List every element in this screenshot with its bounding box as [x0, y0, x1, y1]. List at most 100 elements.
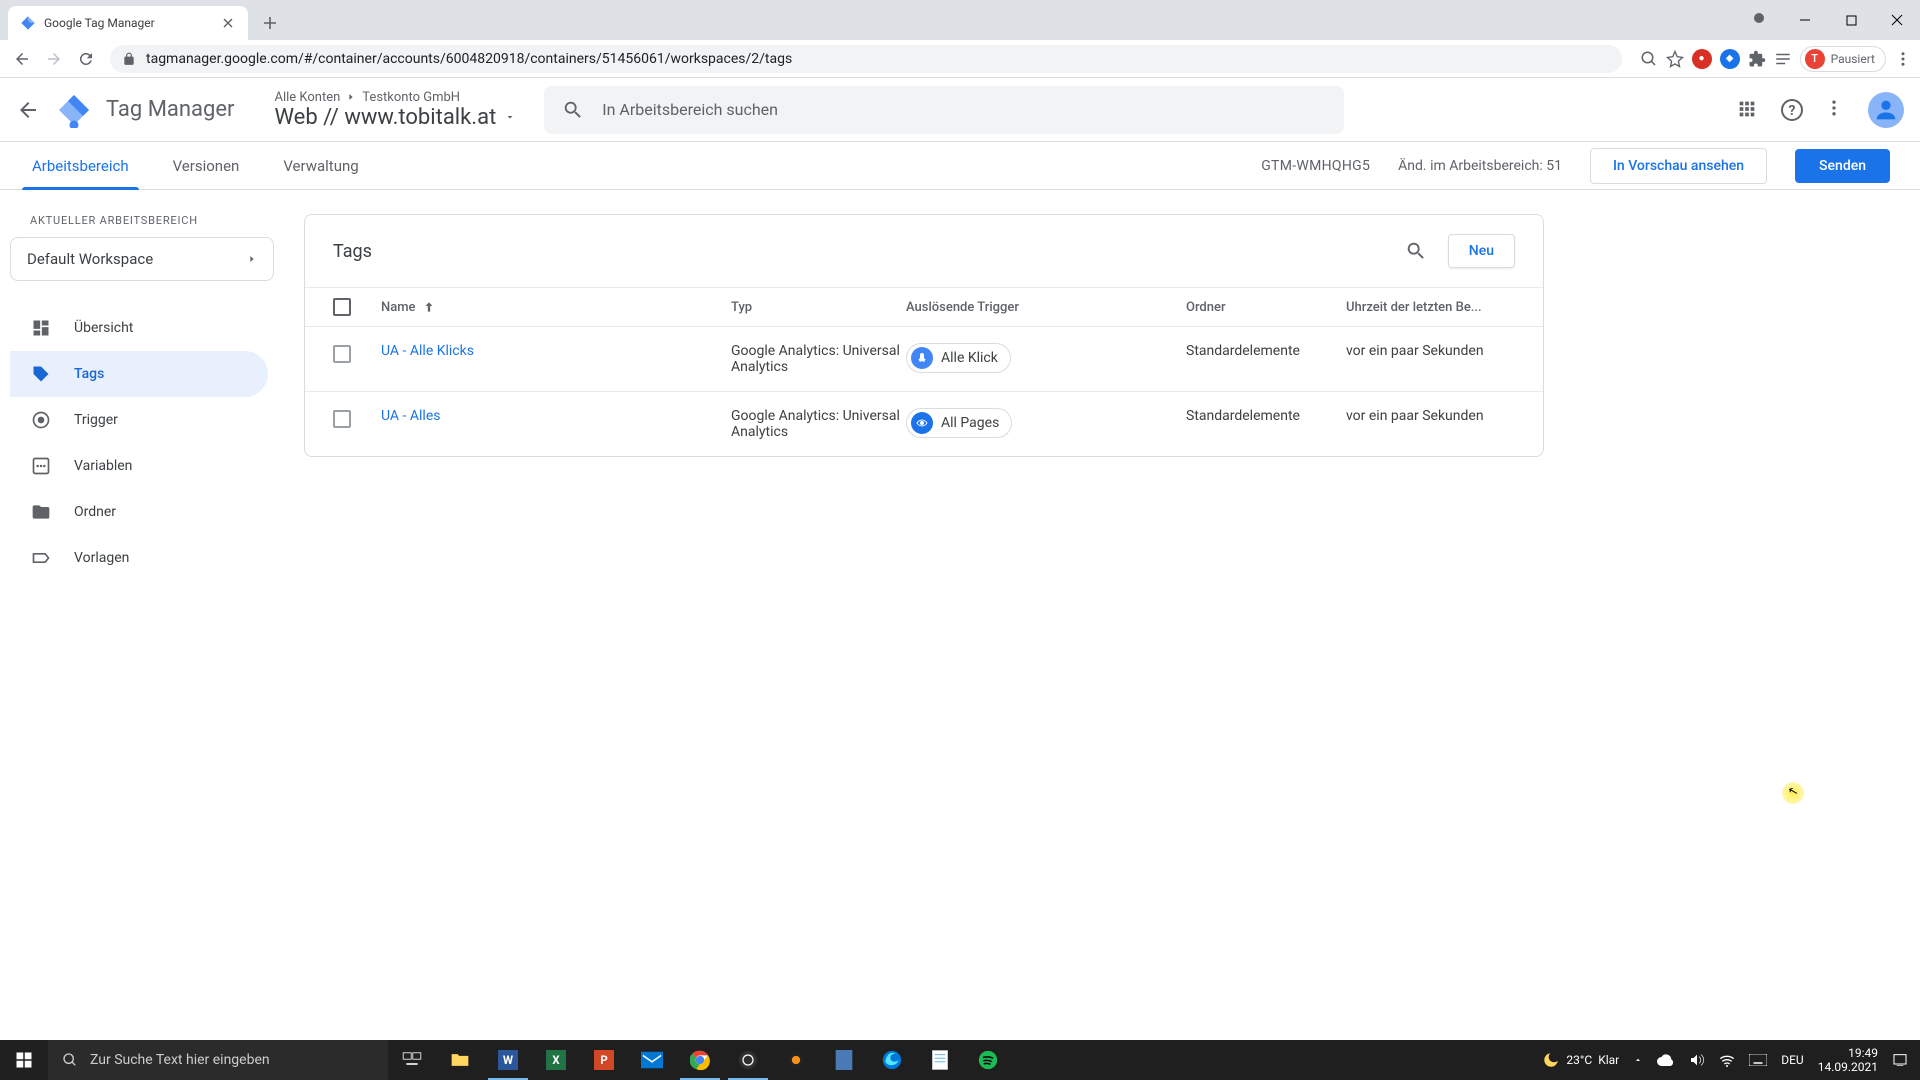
card-title: Tags	[333, 241, 372, 262]
trigger-chip[interactable]: All Pages	[906, 408, 1012, 438]
workspace-selector[interactable]: Default Workspace	[10, 237, 274, 281]
search-input[interactable]: In Arbeitsbereich suchen	[544, 86, 1344, 134]
forward-button[interactable]	[40, 45, 68, 73]
tray-clock[interactable]: 19:49 14.09.2021	[1818, 1046, 1878, 1075]
chrome-account-indicator[interactable]	[1754, 13, 1764, 23]
template-icon	[30, 547, 52, 569]
tray-wifi-icon[interactable]	[1719, 1053, 1735, 1067]
chrome-menu-icon[interactable]	[1894, 50, 1912, 68]
address-bar[interactable]: tagmanager.google.com/#/container/accoun…	[110, 45, 1622, 73]
container-id[interactable]: GTM-WMHQHG5	[1261, 158, 1370, 174]
submit-button[interactable]: Senden	[1795, 149, 1890, 183]
tray-volume-icon[interactable]	[1689, 1053, 1705, 1067]
taskbar-chrome-icon[interactable]	[676, 1040, 724, 1080]
column-folder[interactable]: Ordner	[1186, 300, 1346, 315]
taskbar-edge-icon[interactable]	[868, 1040, 916, 1080]
new-button[interactable]: Neu	[1448, 234, 1515, 268]
sidebar-item-tags[interactable]: Tags	[10, 351, 268, 397]
taskbar-mail-icon[interactable]	[628, 1040, 676, 1080]
search-icon	[62, 1052, 78, 1068]
reload-button[interactable]	[72, 45, 100, 73]
taskbar-search[interactable]: Zur Suche Text hier eingeben	[48, 1040, 388, 1080]
preview-button[interactable]: In Vorschau ansehen	[1590, 148, 1767, 184]
column-type[interactable]: Typ	[731, 300, 906, 315]
zoom-icon[interactable]	[1640, 50, 1658, 68]
app-back-button[interactable]	[16, 98, 40, 122]
user-avatar[interactable]	[1868, 92, 1904, 128]
card-search-button[interactable]	[1396, 231, 1436, 271]
taskbar-app-icon[interactable]	[772, 1040, 820, 1080]
row-checkbox[interactable]	[333, 345, 351, 363]
taskbar-word-icon[interactable]: W	[484, 1040, 532, 1080]
close-window-button[interactable]	[1874, 4, 1920, 36]
taskbar-spotify-icon[interactable]	[964, 1040, 1012, 1080]
close-icon[interactable]	[220, 15, 236, 31]
tag-icon	[30, 363, 52, 385]
tray-onedrive-icon[interactable]	[1657, 1054, 1675, 1066]
tab-admin[interactable]: Verwaltung	[281, 142, 360, 189]
taskbar-app-icon-2[interactable]	[820, 1040, 868, 1080]
breadcrumb-account[interactable]: Testkonto GmbH	[362, 90, 460, 105]
breadcrumb-accounts[interactable]: Alle Konten	[274, 90, 340, 105]
svg-text:?: ?	[1789, 103, 1796, 119]
start-button[interactable]	[0, 1040, 48, 1080]
profile-avatar: T	[1805, 49, 1825, 69]
container-selector[interactable]: Web // www.tobitalk.at	[274, 105, 516, 130]
extensions-icon[interactable]	[1748, 50, 1766, 68]
minimize-button[interactable]	[1782, 4, 1828, 36]
taskbar-explorer-icon[interactable]	[436, 1040, 484, 1080]
taskbar-obs-icon[interactable]	[724, 1040, 772, 1080]
select-all-checkbox[interactable]	[333, 298, 351, 316]
tray-notifications-icon[interactable]	[1892, 1052, 1908, 1068]
tab-versions[interactable]: Versionen	[171, 142, 242, 189]
url-text: tagmanager.google.com/#/container/accoun…	[146, 51, 792, 67]
sidebar-item-variables[interactable]: Variablen	[10, 443, 268, 489]
column-updated[interactable]: Uhrzeit der letzten Be...	[1346, 300, 1515, 315]
workspace-label: AKTUELLER ARBEITSBEREICH	[10, 214, 274, 227]
task-view-icon[interactable]	[388, 1040, 436, 1080]
taskbar-notepad-icon[interactable]	[916, 1040, 964, 1080]
weather-widget[interactable]: 23°C Klar	[1542, 1051, 1619, 1069]
column-trigger[interactable]: Auslösende Trigger	[906, 300, 1186, 315]
back-button[interactable]	[8, 45, 36, 73]
more-icon[interactable]	[1824, 98, 1848, 122]
tags-card: Tags Neu Name Typ Auslösende Trigger Ord…	[304, 214, 1544, 457]
sidebar-item-folders[interactable]: Ordner	[10, 489, 268, 535]
tray-chevron-icon[interactable]	[1633, 1055, 1643, 1065]
apps-icon[interactable]	[1736, 98, 1760, 122]
tag-link[interactable]: UA - Alle Klicks	[381, 343, 474, 359]
tray-language[interactable]: DEU	[1781, 1053, 1803, 1067]
extension-icon-1[interactable]: ●	[1692, 49, 1712, 69]
taskbar-excel-icon[interactable]: X	[532, 1040, 580, 1080]
taskbar-search-placeholder: Zur Suche Text hier eingeben	[90, 1052, 270, 1068]
window-controls	[1754, 0, 1920, 40]
help-icon[interactable]: ?	[1780, 98, 1804, 122]
star-icon[interactable]	[1666, 50, 1684, 68]
sidebar-item-trigger[interactable]: Trigger	[10, 397, 268, 443]
moon-icon	[1542, 1051, 1560, 1069]
changes-count[interactable]: Änd. im Arbeitsbereich: 51	[1398, 158, 1562, 174]
browser-tab[interactable]: Google Tag Manager	[8, 6, 248, 40]
sidebar-item-overview[interactable]: Übersicht	[10, 305, 268, 351]
workspace-name: Default Workspace	[27, 250, 153, 268]
tray-keyboard-icon[interactable]	[1749, 1054, 1767, 1066]
tab-workspace[interactable]: Arbeitsbereich	[30, 142, 131, 189]
profile-chip[interactable]: T Pausiert	[1800, 46, 1886, 72]
extension-icon-2[interactable]: ◆	[1720, 49, 1740, 69]
browser-titlebar: Google Tag Manager	[0, 0, 1920, 40]
table-row[interactable]: UA - Alles Google Analytics: Universal A…	[305, 391, 1543, 456]
header-actions: ?	[1736, 92, 1904, 128]
maximize-button[interactable]	[1828, 4, 1874, 36]
tag-type: Google Analytics: Universal Analytics	[731, 343, 906, 375]
column-name[interactable]: Name	[381, 300, 731, 315]
trigger-chip[interactable]: Alle Klick	[906, 343, 1011, 373]
sidebar-item-templates[interactable]: Vorlagen	[10, 535, 268, 581]
app-header: Tag Manager Alle Konten Testkonto GmbH W…	[0, 78, 1920, 142]
reading-list-icon[interactable]	[1774, 50, 1792, 68]
tag-link[interactable]: UA - Alles	[381, 408, 440, 424]
new-tab-button[interactable]	[256, 9, 284, 37]
taskbar-powerpoint-icon[interactable]: P	[580, 1040, 628, 1080]
table-row[interactable]: UA - Alle Klicks Google Analytics: Unive…	[305, 326, 1543, 391]
row-checkbox[interactable]	[333, 410, 351, 428]
weather-desc: Klar	[1598, 1053, 1619, 1067]
